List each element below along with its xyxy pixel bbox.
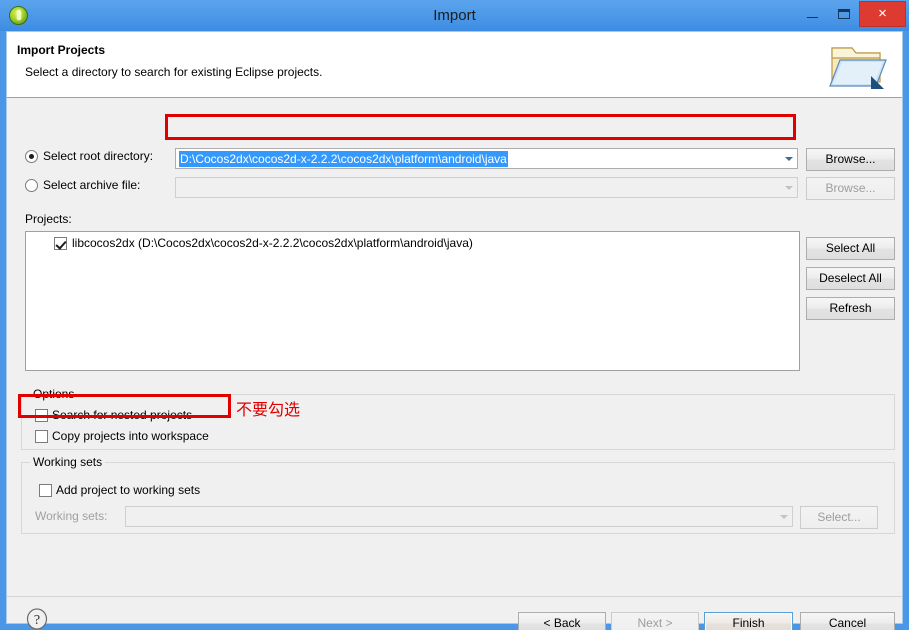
checkbox-copy-projects-into-workspace[interactable] [35, 430, 48, 443]
dialog-content: Select root directory: D:\Cocos2dx\cocos… [7, 98, 902, 630]
help-icon[interactable]: ? [26, 608, 48, 630]
footer-separator [7, 596, 902, 597]
next-button: Next > [611, 612, 699, 630]
select-all-button[interactable]: Select All [806, 237, 895, 260]
refresh-button[interactable]: Refresh [806, 297, 895, 320]
archive-file-combo[interactable] [175, 177, 798, 198]
annotation-chinese-note: 不要勾选 [236, 400, 301, 419]
working-sets-group-title: Working sets [30, 455, 106, 469]
label-select-root-directory: Select root directory: [43, 149, 154, 163]
checkbox-search-nested-projects[interactable] [35, 409, 48, 422]
label-select-archive-file: Select archive file: [43, 178, 141, 192]
page-title: Import Projects [17, 43, 106, 57]
maximize-button[interactable] [828, 1, 859, 27]
close-button[interactable]: × [859, 1, 906, 27]
radio-select-archive-file[interactable] [25, 179, 38, 192]
minimize-button[interactable] [797, 1, 828, 27]
working-sets-select-button: Select... [800, 506, 878, 529]
window-title: Import [433, 7, 476, 24]
list-item[interactable]: libcocos2dx (D:\Cocos2dx\cocos2d-x-2.2.2… [26, 235, 799, 253]
deselect-all-button[interactable]: Deselect All [806, 267, 895, 290]
title-bar: Import × [0, 0, 909, 31]
dialog-header: Import Projects Select a directory to se… [7, 32, 902, 98]
root-directory-combo[interactable]: D:\Cocos2dx\cocos2d-x-2.2.2\cocos2dx\pla… [175, 148, 798, 169]
dialog-frame: Import Projects Select a directory to se… [6, 31, 903, 630]
checkbox-add-project-to-working-sets[interactable] [39, 484, 52, 497]
label-add-project-to-working-sets: Add project to working sets [56, 483, 201, 497]
label-search-nested-projects: Search for nested projects [52, 408, 193, 422]
chevron-down-icon[interactable] [780, 178, 797, 197]
back-button[interactable]: < Back [518, 612, 606, 630]
minimize-icon [807, 17, 818, 18]
page-description: Select a directory to search for existin… [25, 65, 323, 79]
working-sets-field-label: Working sets: [35, 509, 108, 523]
chevron-down-icon [775, 507, 792, 526]
close-icon: × [878, 5, 887, 22]
maximize-icon [838, 9, 850, 19]
project-checkbox[interactable] [54, 237, 67, 250]
project-label: libcocos2dx (D:\Cocos2dx\cocos2d-x-2.2.2… [72, 236, 473, 250]
import-dialog-window: Import × Import Projects Select a direct… [0, 0, 909, 630]
finish-button[interactable]: Finish [704, 612, 793, 630]
radio-select-root-directory[interactable] [25, 150, 38, 163]
cancel-button[interactable]: Cancel [800, 612, 895, 630]
working-sets-combo [125, 506, 793, 527]
import-folder-icon [829, 47, 887, 89]
options-group-title: Options [30, 387, 78, 401]
label-copy-projects-into-workspace: Copy projects into workspace [52, 429, 209, 443]
chevron-down-icon[interactable] [780, 149, 797, 168]
projects-list[interactable]: libcocos2dx (D:\Cocos2dx\cocos2d-x-2.2.2… [25, 231, 800, 371]
browse-root-directory-button[interactable]: Browse... [806, 148, 895, 171]
root-directory-value: D:\Cocos2dx\cocos2d-x-2.2.2\cocos2dx\pla… [179, 151, 508, 167]
svg-text:?: ? [34, 613, 40, 628]
browse-archive-file-button: Browse... [806, 177, 895, 200]
projects-label: Projects: [25, 212, 72, 226]
